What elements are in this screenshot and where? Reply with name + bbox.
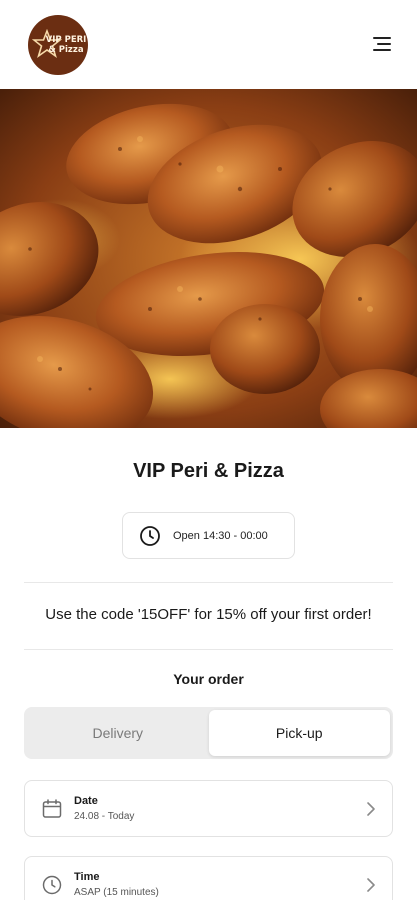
date-selector[interactable]: Date 24.08 - Today: [24, 780, 393, 837]
header: VIP PERI & Pizza: [0, 0, 417, 89]
promo-text: Use the code '15OFF' for 15% off your fi…: [45, 606, 372, 623]
hero-image: [0, 89, 417, 428]
pickup-tab[interactable]: Pick-up: [208, 710, 390, 756]
time-label: Time: [74, 871, 100, 883]
clock-icon: [140, 525, 160, 546]
calendar-icon: [42, 798, 62, 818]
logo-text-line1: VIP PERI: [45, 35, 87, 45]
delivery-tab[interactable]: Delivery: [27, 710, 209, 756]
opening-hours-badge: Open 14:30 - 00:00: [122, 512, 295, 559]
chevron-right-icon: [367, 877, 375, 892]
hamburger-menu-icon[interactable]: [369, 33, 391, 55]
time-selector[interactable]: Time ASAP (15 minutes): [24, 856, 393, 900]
chevron-right-icon: [367, 801, 375, 816]
opening-hours-text: Open 14:30 - 00:00: [173, 529, 268, 542]
logo-text-line2: & Pizza: [48, 45, 84, 55]
divider: [24, 582, 393, 583]
date-value: 24.08 - Today: [74, 811, 135, 822]
clock-icon: [42, 875, 62, 894]
logo-text: VIP PERI & Pizza: [46, 35, 87, 55]
date-label: Date: [74, 795, 98, 807]
logo[interactable]: VIP PERI & Pizza: [28, 15, 88, 75]
order-mode-toggle: Delivery Pick-up: [24, 707, 393, 759]
divider: [24, 649, 393, 650]
chicken-wings-illustration: [0, 89, 417, 428]
time-value: ASAP (15 minutes): [74, 887, 159, 898]
your-order-heading: Your order: [173, 671, 244, 687]
restaurant-name: VIP Peri & Pizza: [133, 460, 284, 482]
